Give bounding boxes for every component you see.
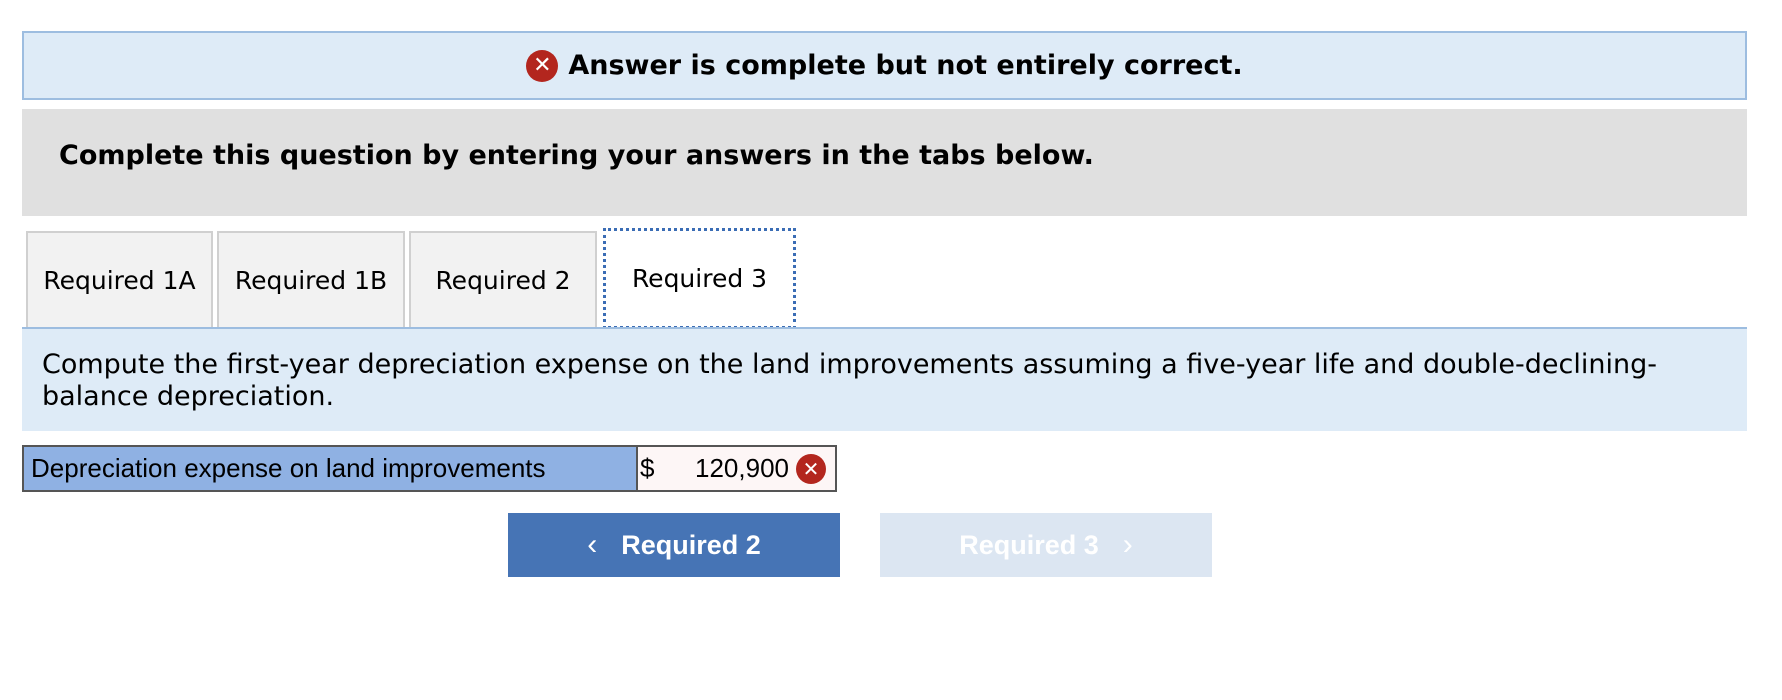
prev-required-2-button[interactable]: ‹ Required 2 [508,513,840,577]
currency-symbol: $ [640,453,655,483]
tab-required-3[interactable]: Required 3 [603,228,796,329]
next-required-3-button: Required 3 › [880,513,1212,577]
chevron-right-icon: › [1122,528,1133,561]
tab-required-2[interactable]: Required 2 [409,231,597,328]
tab-required-1a[interactable]: Required 1A [26,231,213,328]
answer-input-cell[interactable]: $ 120,900 ✕ [638,447,835,490]
question-text-line-1: Compute the first-year depreciation expe… [42,349,1657,380]
tab-bar: Required 1A Required 1B Required 2 Requi… [26,228,796,329]
answer-row: Depreciation expense on land improvement… [22,445,837,492]
instruction-band: Complete this question by entering your … [22,109,1747,216]
tab-required-1b[interactable]: Required 1B [217,231,405,328]
feedback-banner: ✕ Answer is complete but not entirely co… [22,31,1747,100]
prev-button-label: Required 2 [621,529,761,560]
next-button-label: Required 3 [959,529,1099,560]
instruction-text: Complete this question by entering your … [59,140,1094,171]
x-circle-icon: ✕ [796,453,826,484]
answer-value-input[interactable]: 120,900 [690,453,789,484]
feedback-message: Answer is complete but not entirely corr… [568,50,1243,81]
question-panel: Compute the first-year depreciation expe… [22,327,1747,431]
chevron-left-icon: ‹ [587,528,598,561]
x-circle-icon: ✕ [526,49,559,82]
question-text-line-2: balance depreciation. [42,381,335,412]
answer-label: Depreciation expense on land improvement… [24,447,638,490]
